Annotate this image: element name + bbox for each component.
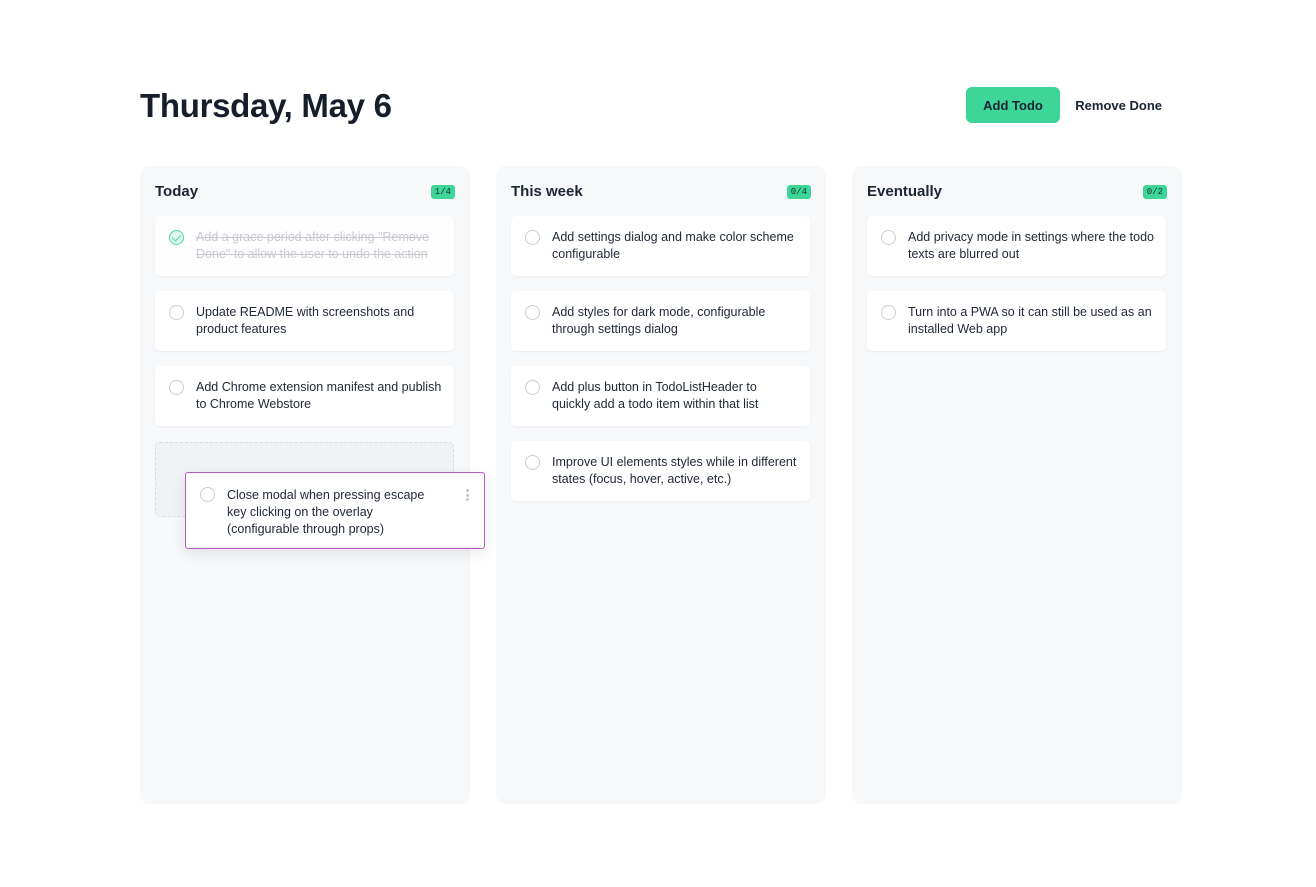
todo-card[interactable]: Add styles for dark mode, configurable t…	[511, 291, 810, 351]
empty-circle-icon[interactable]	[525, 455, 540, 470]
column-title: This week	[511, 183, 583, 200]
todo-text: Turn into a PWA so it can still be used …	[908, 305, 1152, 336]
column-eventually: Eventually 0/2 Add privacy mode in setti…	[852, 166, 1182, 804]
todo-text: Add settings dialog and make color schem…	[552, 230, 794, 261]
column-header: This week 0/4	[511, 180, 811, 204]
todo-text: Update README with screenshots and produ…	[196, 305, 415, 336]
column-header: Eventually 0/2	[867, 180, 1167, 204]
empty-circle-icon[interactable]	[525, 380, 540, 395]
column-count-badge: 0/4	[786, 185, 811, 199]
empty-circle-icon[interactable]	[169, 305, 184, 320]
checkmark-circle-icon[interactable]	[169, 230, 184, 245]
page-title: Thursday, May 6	[140, 87, 392, 124]
empty-circle-icon[interactable]	[200, 487, 215, 502]
empty-circle-icon[interactable]	[525, 230, 540, 245]
todo-card[interactable]: Add a grace period after clicking "Remov…	[155, 216, 454, 276]
add-todo-button[interactable]: Add Todo	[966, 87, 1060, 123]
empty-circle-icon[interactable]	[881, 305, 896, 320]
empty-circle-icon[interactable]	[881, 230, 896, 245]
todo-board-page: Thursday, May 6 Add Todo Remove Done Tod…	[0, 0, 1316, 887]
column-title: Today	[155, 183, 199, 200]
todo-card[interactable]: Add privacy mode in settings where the t…	[867, 216, 1166, 276]
todo-text: Add styles for dark mode, configurable t…	[552, 305, 766, 336]
todo-text: Close modal when pressing escape key cli…	[227, 488, 425, 536]
empty-circle-icon[interactable]	[525, 305, 540, 320]
todo-card[interactable]: Update README with screenshots and produ…	[155, 291, 454, 351]
todo-text: Add Chrome extension manifest and publis…	[196, 380, 442, 411]
column-count-badge: 1/4	[430, 185, 455, 199]
todo-text: Add a grace period after clicking "Remov…	[196, 230, 430, 261]
column-this-week: This week 0/4 Add settings dialog and ma…	[496, 166, 826, 804]
todo-card[interactable]: Turn into a PWA so it can still be used …	[867, 291, 1166, 351]
column-title: Eventually	[867, 183, 943, 200]
remove-done-button[interactable]: Remove Done	[1072, 87, 1182, 123]
column-header: Today 1/4	[155, 180, 455, 204]
more-options-icon[interactable]	[466, 489, 470, 501]
column-count-badge: 0/2	[1142, 185, 1167, 199]
page-header: Thursday, May 6 Add Todo Remove Done	[140, 84, 1182, 128]
todo-card[interactable]: Add settings dialog and make color schem…	[511, 216, 810, 276]
todo-card[interactable]: Add Chrome extension manifest and publis…	[155, 366, 454, 426]
todo-card[interactable]: Improve UI elements styles while in diff…	[511, 441, 810, 501]
todo-text: Improve UI elements styles while in diff…	[552, 455, 797, 486]
todo-text: Add plus button in TodoListHeader to qui…	[552, 380, 759, 411]
empty-circle-icon[interactable]	[169, 380, 184, 395]
todo-card[interactable]: Add plus button in TodoListHeader to qui…	[511, 366, 810, 426]
todo-text: Add privacy mode in settings where the t…	[908, 230, 1154, 261]
dragging-todo-card[interactable]: Close modal when pressing escape key cli…	[185, 472, 485, 549]
